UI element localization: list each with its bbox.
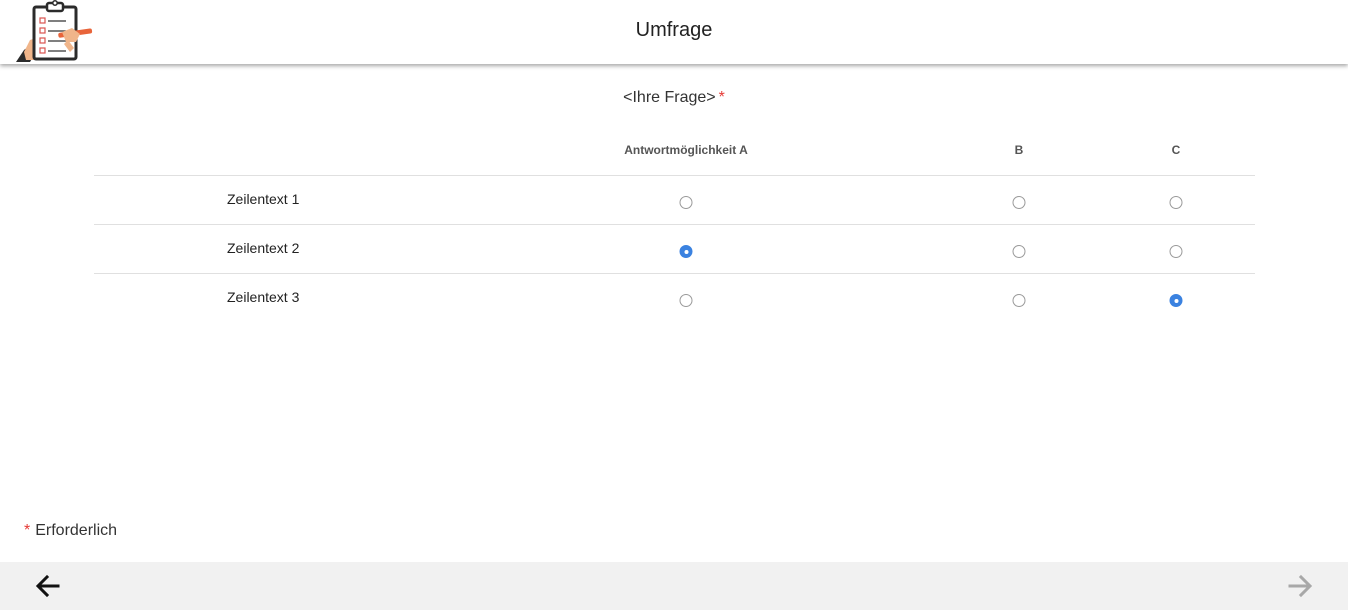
row-label: Zeilentext 2 [227,240,300,256]
app-header: Umfrage [0,0,1348,64]
column-header-b: B [1014,143,1024,157]
column-header-c: C [1171,143,1181,157]
required-asterisk: * [718,89,725,106]
matrix-question: Antwortmöglichkeit A B C Zeilentext 1 Ze… [94,130,1255,322]
matrix-row-3: Zeilentext 3 [94,274,1255,322]
radio-row2-col-b[interactable] [1012,245,1026,258]
radio-row3-col-a[interactable] [679,294,693,307]
matrix-row-2: Zeilentext 2 [94,225,1255,274]
arrow-right-icon[interactable] [1287,574,1313,598]
survey-page: Umfrage <Ihre Frage> * Antwortmöglichkeit… [0,0,1348,610]
arrow-left-icon[interactable] [35,574,61,598]
row-label: Zeilentext 1 [227,191,300,207]
radio-row1-col-c[interactable] [1169,196,1183,209]
matrix-row-1: Zeilentext 1 [94,176,1255,225]
required-legend: * Erforderlich [24,522,117,540]
required-label: Erforderlich [35,522,118,539]
matrix-header-row: Antwortmöglichkeit A B C [94,130,1255,176]
radio-row3-col-b[interactable] [1012,294,1026,307]
radio-row1-col-a[interactable] [679,196,693,209]
radio-row1-col-b[interactable] [1012,196,1026,209]
row-label: Zeilentext 3 [227,289,300,305]
radio-row3-col-c[interactable] [1169,294,1183,307]
radio-row2-col-a[interactable] [679,245,693,258]
question-text: <Ihre Frage> [623,89,716,106]
app-title: Umfrage [635,19,713,41]
question-title: <Ihre Frage> * [0,89,1348,107]
radio-row2-col-c[interactable] [1169,245,1183,258]
column-header-a: Antwortmöglichkeit A [624,143,748,157]
navigation-bar [0,562,1348,610]
required-asterisk: * [24,522,31,539]
